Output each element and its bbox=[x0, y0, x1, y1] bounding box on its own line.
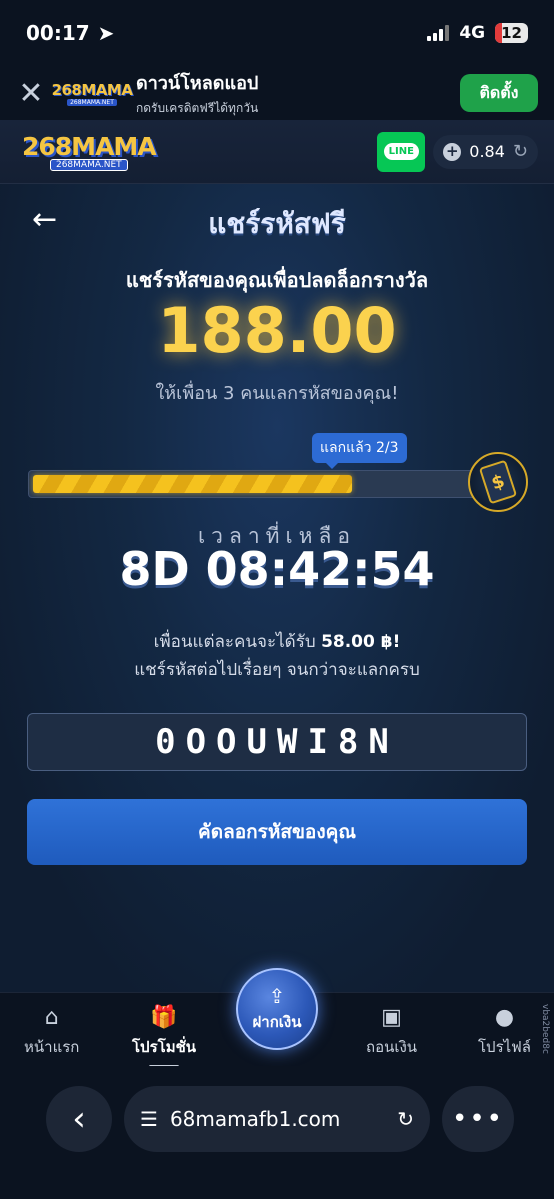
close-icon[interactable]: ✕ bbox=[16, 76, 46, 111]
share-code-panel: ← แชร์รหัสฟรี แชร์รหัสของคุณเพื่อปลดล็อก… bbox=[0, 184, 554, 992]
invite-text: ให้เพื่อน 3 คนแลกรหัสของคุณ! bbox=[155, 383, 399, 404]
refresh-icon[interactable]: ↻ bbox=[513, 141, 528, 162]
page-subtitle: แชร์รหัสของคุณเพื่อปลดล็อกรางวัล bbox=[125, 268, 429, 292]
battery-level: 12 bbox=[501, 24, 522, 42]
banner-app-logo: 268MAMA 268MAMA.NET bbox=[51, 80, 133, 106]
progress-fill bbox=[33, 475, 352, 493]
balance-value: 0.84 bbox=[469, 142, 505, 161]
balance-pill[interactable]: + 0.84 ↻ bbox=[433, 134, 538, 169]
side-version-tag: vba2bed8c bbox=[540, 1004, 550, 1054]
countdown-timer: 8D 08:42:54 bbox=[119, 542, 435, 596]
banner-subtitle: กดรับเครดิตฟรีได้ทุกวัน bbox=[136, 101, 259, 115]
nav-withdraw[interactable]: ▣ ถอนเงิน bbox=[366, 1005, 417, 1059]
install-button[interactable]: ติดตั้ง bbox=[460, 74, 538, 112]
more-options-button[interactable]: ••• bbox=[442, 1086, 514, 1152]
copy-code-button[interactable]: คัดลอกรหัสของคุณ bbox=[27, 799, 527, 865]
url-text: 68mamafb1.com bbox=[169, 1107, 341, 1131]
battery-icon: 12 bbox=[495, 23, 528, 43]
site-header: 268MAMA 268MAMA.NET LINE + 0.84 ↻ bbox=[0, 120, 554, 184]
site-logo[interactable]: 268MAMA 268MAMA.NET bbox=[22, 132, 157, 171]
nav-profile[interactable]: ● โปรไฟล์ bbox=[478, 1005, 531, 1059]
reward-amount: 188.00 bbox=[157, 294, 397, 367]
address-bar[interactable]: ☰ 68mamafb1.com ↻ bbox=[124, 1086, 430, 1152]
referral-code-box[interactable]: 0OOUWI8N bbox=[27, 713, 527, 771]
location-arrow-icon: ➤ bbox=[97, 21, 115, 45]
gift-icon: 🎁 bbox=[150, 1005, 178, 1030]
deposit-icon: ⇪ bbox=[268, 984, 286, 1008]
status-time: 00:17 bbox=[26, 21, 90, 45]
browser-toolbar: ‹ ☰ 68mamafb1.com ↻ ••• bbox=[0, 1066, 554, 1199]
line-icon: LINE bbox=[383, 143, 419, 160]
share-more-text: แชร์รหัสต่อไปเรื่อยๆ จนกว่าจะแลกครบ bbox=[134, 660, 420, 680]
plus-icon: + bbox=[443, 142, 462, 161]
browser-back-button[interactable]: ‹ bbox=[46, 1086, 112, 1152]
network-type: 4G bbox=[459, 23, 486, 43]
status-bar: 00:17 ➤ 4G 12 bbox=[0, 0, 554, 66]
page-menu-icon[interactable]: ☰ bbox=[140, 1107, 158, 1131]
home-icon: ⌂ bbox=[44, 1005, 59, 1030]
app-download-banner: ✕ 268MAMA 268MAMA.NET ดาวน์โหลดแอป กดรับ… bbox=[0, 66, 554, 120]
nav-promotions[interactable]: 🎁 โปรโมชั่น bbox=[132, 1005, 196, 1068]
cash-reward-icon: $ bbox=[468, 452, 528, 512]
progress-label: แลกแล้ว 2/3 bbox=[312, 433, 407, 469]
friend-reward-text: เพื่อนแต่ละคนจะได้รับ 58.00 ฿! bbox=[153, 632, 401, 652]
signal-icon bbox=[427, 25, 450, 41]
progress-bar bbox=[28, 470, 514, 498]
banner-title: ดาวน์โหลดแอป bbox=[136, 73, 259, 94]
user-icon: ● bbox=[494, 1005, 515, 1030]
friend-reward-amount: 58.00 ฿! bbox=[321, 632, 401, 652]
nav-home[interactable]: ⌂ หน้าแรก bbox=[24, 1005, 79, 1059]
deposit-button[interactable]: ⇪ ฝากเงิน bbox=[236, 968, 318, 1050]
reload-icon[interactable]: ↻ bbox=[397, 1107, 414, 1131]
page-title: แชร์รหัสฟรี bbox=[208, 207, 346, 240]
wallet-icon: ▣ bbox=[381, 1005, 402, 1030]
line-button[interactable]: LINE bbox=[377, 131, 426, 172]
